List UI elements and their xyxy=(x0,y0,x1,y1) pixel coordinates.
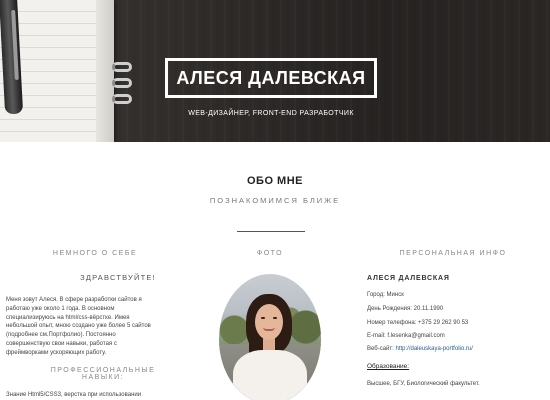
website-link[interactable]: http://daleuskaya-portfolio.ru/ xyxy=(395,346,472,352)
photo-eye-left xyxy=(261,317,265,319)
intro-line: небольшой опыт, мною создано уже более 5… xyxy=(6,323,151,330)
photo-face xyxy=(255,304,283,340)
intro-line: фреймворками ускоряющих работу. xyxy=(6,349,107,356)
hero-banner: АЛЕСЯ ДАЛЕВСКАЯ WEB-ДИЗАЙНЕР, FRONT-END … xyxy=(0,0,550,142)
info-email: E-mail: f.lesenka@gmail.com xyxy=(367,333,445,339)
intro-line: (подробнее см.Портфолио). Постоянно xyxy=(6,332,116,339)
education-text: Высшее, БГУ, Биологический факультет. xyxy=(367,381,480,387)
skills-heading: ПРОФЕССИОНАЛЬНЫЕ НАВЫКИ: xyxy=(50,367,156,381)
about-title: ОБО МНЕ xyxy=(246,175,304,187)
column-heading-info: ПЕРСОНАЛЬНАЯ ИНФО xyxy=(399,250,507,257)
hero-title-box: АЛЕСЯ ДАЛЕВСКАЯ xyxy=(165,58,377,98)
intro-line: работаю уже около 1 года. В основном xyxy=(6,305,115,312)
info-name: АЛЕСЯ ДАЛЕВСКАЯ xyxy=(367,275,450,282)
column-heading-photo: ФОТО xyxy=(256,250,284,257)
info-website: Веб-сайт: http://daleuskaya-portfolio.ru… xyxy=(367,346,473,352)
info-city: Город: Минск xyxy=(367,292,404,298)
website-label: Веб-сайт: xyxy=(367,346,396,352)
intro-line: специализируюсь на html/css-вёрстке. Име… xyxy=(6,314,130,321)
column-heading-about: НЕМНОГО О СЕБЕ xyxy=(52,250,138,257)
info-phone: Номер телефона: +375 29 262 90 53 xyxy=(367,320,469,326)
intro-text: Меня зовут Алеся. В сфере разработки сай… xyxy=(6,296,176,358)
info-birthday: День Рождения: 20.11.1990 xyxy=(367,306,444,312)
about-subtitle: ПОЗНАКОМИМСЯ БЛИЖЕ xyxy=(209,196,341,205)
binder-rings xyxy=(112,62,134,106)
photo-eye-right xyxy=(273,317,277,319)
profile-photo xyxy=(219,274,321,400)
section-divider xyxy=(237,231,305,232)
skills-text: Знание Html5/CSS3, верстка при использов… xyxy=(6,392,142,398)
intro-line: совершенствую свои навыки, работая с xyxy=(6,340,117,347)
hero-name: АЛЕСЯ ДАЛЕВСКАЯ xyxy=(176,67,366,88)
greeting: ЗДРАВСТВУЙТЕ! xyxy=(80,273,156,282)
education-label: Образование: xyxy=(367,363,410,370)
intro-line: Меня зовут Алеся. В сфере разработки сай… xyxy=(6,297,142,303)
photo-sweater xyxy=(233,350,307,400)
hero-subtitle: WEB-ДИЗАЙНЕР, FRONT-END РАЗРАБОТЧИК xyxy=(188,110,354,117)
